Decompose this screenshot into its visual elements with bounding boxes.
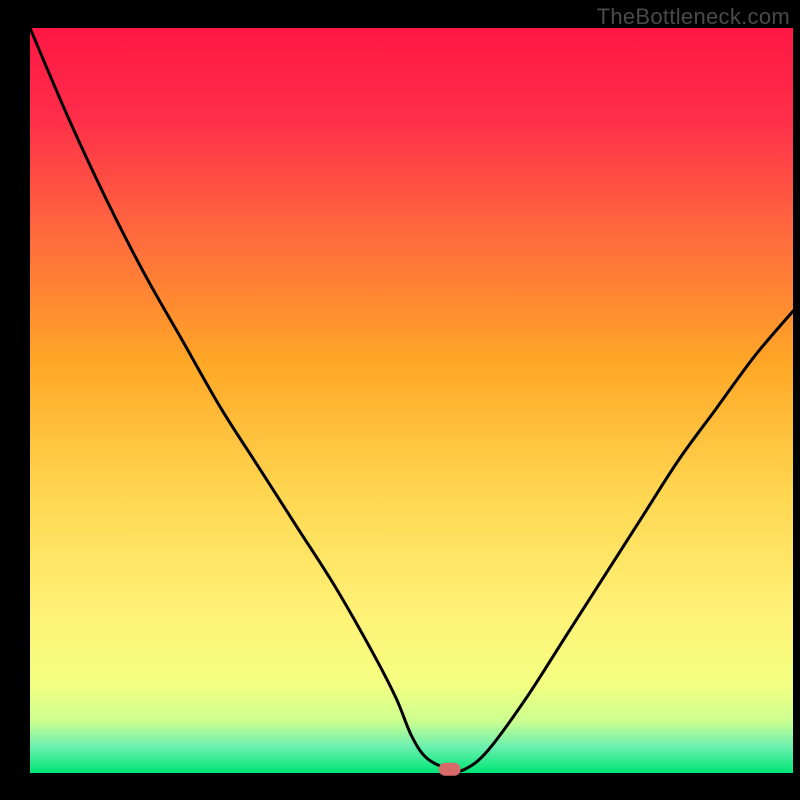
watermark-text: TheBottleneck.com (597, 4, 790, 30)
optimal-marker (439, 763, 461, 776)
bottleneck-chart (0, 0, 800, 800)
plot-background (30, 28, 793, 773)
chart-container: TheBottleneck.com (0, 0, 800, 800)
